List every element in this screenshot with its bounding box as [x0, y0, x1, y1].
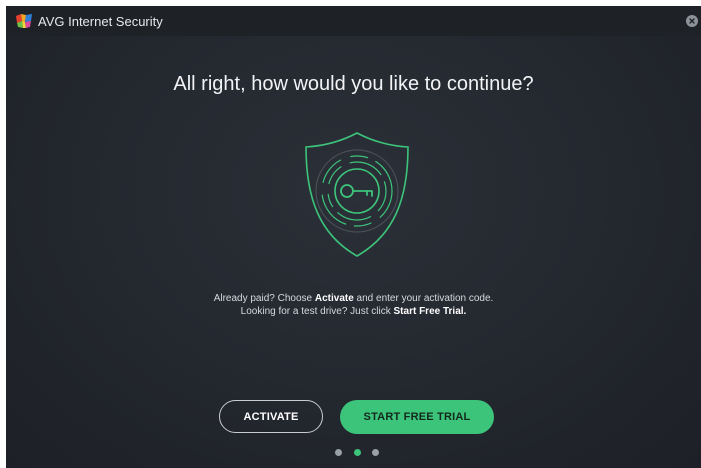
close-button[interactable]	[686, 15, 698, 27]
page-indicator	[333, 449, 383, 457]
page-dot-1[interactable]	[335, 449, 342, 456]
instructions-text: Already paid? Choose Activate and enter …	[6, 292, 701, 318]
trial-emphasis: Start Free Trial.	[393, 306, 467, 317]
page-title: All right, how would you like to continu…	[173, 73, 534, 95]
avg-logo-icon	[16, 14, 32, 28]
activate-emphasis: Activate	[314, 293, 354, 304]
activate-button[interactable]: ACTIVATE	[219, 400, 323, 433]
page-dot-3[interactable]	[372, 449, 379, 456]
close-icon	[689, 18, 695, 24]
app-window: AVG Internet Security All right, how wou…	[6, 6, 701, 468]
app-title: AVG Internet Security	[38, 14, 163, 29]
start-free-trial-button[interactable]: START FREE TRIAL	[340, 400, 494, 434]
instructions-line-2: Looking for a test drive? Just click Sta…	[240, 306, 467, 317]
title-bar: AVG Internet Security	[6, 6, 701, 36]
page-dot-2[interactable]	[354, 449, 361, 456]
shield-key-icon	[305, 132, 409, 257]
instructions-line-1: Already paid? Choose Activate and enter …	[213, 293, 494, 304]
